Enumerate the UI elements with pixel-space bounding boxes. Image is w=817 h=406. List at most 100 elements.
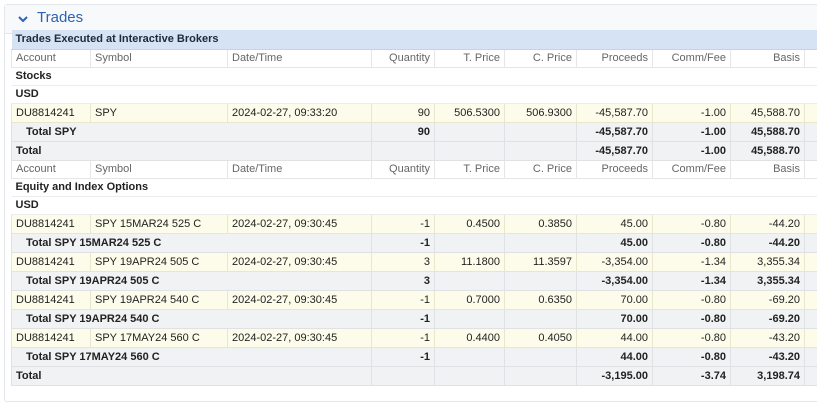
cell-c-price: 506.9300 — [504, 102, 577, 123]
cell-symbol: SPY 19APR24 505 C — [90, 251, 228, 272]
subtotal-quantity: 90 — [371, 121, 435, 142]
currency-usd-label: USD — [11, 196, 817, 215]
subtotal-row: Total SPY 19APR24 505 C 3 -3,354.00 -1.34 3,… — [11, 270, 817, 291]
subtotal-t-price — [434, 346, 505, 367]
total-row: Total -3,195.00 -3.74 3,198.74 — [11, 365, 817, 386]
cell-quantity: -1 — [371, 213, 435, 234]
col-header-spacer — [803, 48, 817, 68]
table-caption: Trades Executed at Interactive Brokers — [11, 30, 817, 50]
table-row: DU8814241 SPY 2024-02-27, 09:33:20 90 506.53… — [11, 102, 817, 123]
subtotal-c-price — [504, 121, 577, 142]
subtotal-basis: 3,355.34 — [730, 270, 805, 291]
total-label: Total — [11, 140, 372, 161]
cell-comm-fee: -1.00 — [652, 102, 731, 123]
cell-basis: -69.20 — [730, 289, 805, 310]
table-row: DU8814241 SPY 15MAR24 525 C 2024-02-27, 09… — [11, 213, 817, 234]
total-comm-fee: -3.74 — [652, 365, 731, 386]
section-stocks-label: Stocks — [11, 67, 817, 86]
cell-basis: 3,355.34 — [730, 251, 805, 272]
total-t-price — [434, 365, 505, 386]
cell-t-price: 0.7000 — [434, 289, 505, 310]
col-header-proceeds: Proceeds — [576, 48, 653, 68]
subtotal-c-price — [504, 346, 577, 367]
subtotal-proceeds: -3,354.00 — [576, 270, 653, 291]
col-header-c-price: C. Price — [504, 48, 577, 68]
cell-comm-fee: -0.80 — [652, 289, 731, 310]
subtotal-proceeds: -45,587.70 — [576, 121, 653, 142]
subtotal-c-price — [504, 308, 577, 329]
col-header-t-price: T. Price — [434, 48, 505, 68]
cell-comm-fee: -1.34 — [652, 251, 731, 272]
cell-spacer — [803, 289, 817, 310]
cell-c-price: 0.3850 — [504, 213, 577, 234]
col-header-comm-fee: Comm/Fee — [652, 159, 731, 179]
cell-basis: -44.20 — [730, 213, 805, 234]
col-header-c-price: C. Price — [504, 159, 577, 179]
table-row: DU8814241 SPY 17MAY24 560 C 2024-02-27, 09… — [11, 327, 817, 348]
cell-symbol: SPY 15MAR24 525 C — [90, 213, 228, 234]
subtotal-proceeds: 70.00 — [576, 308, 653, 329]
cell-t-price: 506.5300 — [434, 102, 505, 123]
chevron-down-icon[interactable] — [17, 13, 29, 25]
subtotal-basis: 45,588.70 — [730, 121, 805, 142]
cell-account: DU8814241 — [11, 251, 91, 272]
cell-proceeds: 70.00 — [576, 289, 653, 310]
total-row: Total -45,587.70 -1.00 45,588.70 — [11, 140, 817, 161]
subtotal-row: Total SPY 15MAR24 525 C -1 45.00 -0.80 -44.2… — [11, 232, 817, 253]
subtotal-comm-fee: -0.80 — [652, 308, 731, 329]
cell-basis: -43.20 — [730, 327, 805, 348]
subtotal-label: Total SPY 17MAY24 560 C — [11, 346, 372, 367]
cell-c-price: 0.6350 — [504, 289, 577, 310]
currency-usd: USD — [11, 85, 817, 104]
subtotal-c-price — [504, 270, 577, 291]
cell-proceeds: 45.00 — [576, 213, 653, 234]
subtotal-quantity: -1 — [371, 308, 435, 329]
cell-comm-fee: -0.80 — [652, 213, 731, 234]
cell-date-time: 2024-02-27, 09:33:20 — [227, 102, 372, 123]
subtotal-t-price — [434, 308, 505, 329]
column-header-row: Account Symbol Date/Time Quantity T. Price C.… — [11, 159, 817, 179]
total-basis: 45,588.70 — [730, 140, 805, 161]
col-header-symbol: Symbol — [90, 48, 228, 68]
cell-spacer — [803, 213, 817, 234]
subtotal-label: Total SPY 19APR24 540 C — [11, 308, 372, 329]
col-header-account: Account — [11, 159, 91, 179]
subtotal-basis: -44.20 — [730, 232, 805, 253]
table-caption-row: Trades Executed at Interactive Brokers — [11, 30, 817, 50]
subtotal-comm-fee: -0.80 — [652, 232, 731, 253]
subtotal-label: Total SPY 15MAR24 525 C — [11, 232, 372, 253]
total-quantity — [371, 140, 435, 161]
subtotal-row: Total SPY 90 -45,587.70 -1.00 45,588.70 — [11, 121, 817, 142]
subtotal-comm-fee: -1.00 — [652, 121, 731, 142]
subtotal-basis: -43.20 — [730, 346, 805, 367]
currency-usd: USD — [11, 196, 817, 215]
col-header-quantity: Quantity — [371, 48, 435, 68]
total-c-price — [504, 140, 577, 161]
cell-date-time: 2024-02-27, 09:30:45 — [227, 213, 372, 234]
subtotal-proceeds: 45.00 — [576, 232, 653, 253]
col-header-symbol: Symbol — [90, 159, 228, 179]
subtotal-quantity: 3 — [371, 270, 435, 291]
col-header-proceeds: Proceeds — [576, 159, 653, 179]
col-header-t-price: T. Price — [434, 159, 505, 179]
col-header-quantity: Quantity — [371, 159, 435, 179]
cell-c-price: 0.4050 — [504, 327, 577, 348]
cell-proceeds: 44.00 — [576, 327, 653, 348]
cell-quantity: -1 — [371, 289, 435, 310]
cell-date-time: 2024-02-27, 09:30:45 — [227, 289, 372, 310]
total-basis: 3,198.74 — [730, 365, 805, 386]
subtotal-c-price — [504, 232, 577, 253]
section-options: Equity and Index Options — [11, 178, 817, 197]
subtotal-basis: -69.20 — [730, 308, 805, 329]
total-comm-fee: -1.00 — [652, 140, 731, 161]
cell-proceeds: -45,587.70 — [576, 102, 653, 123]
cell-quantity: 90 — [371, 102, 435, 123]
panel-title[interactable]: Trades — [37, 9, 83, 26]
subtotal-spacer — [803, 270, 817, 291]
col-header-date-time: Date/Time — [227, 159, 372, 179]
table-row: DU8814241 SPY 19APR24 540 C 2024-02-27, 09… — [11, 289, 817, 310]
col-header-basis: Basis — [730, 159, 805, 179]
table-row: DU8814241 SPY 19APR24 505 C 2024-02-27, 09… — [11, 251, 817, 272]
cell-symbol: SPY — [90, 102, 228, 123]
cell-t-price: 0.4500 — [434, 213, 505, 234]
